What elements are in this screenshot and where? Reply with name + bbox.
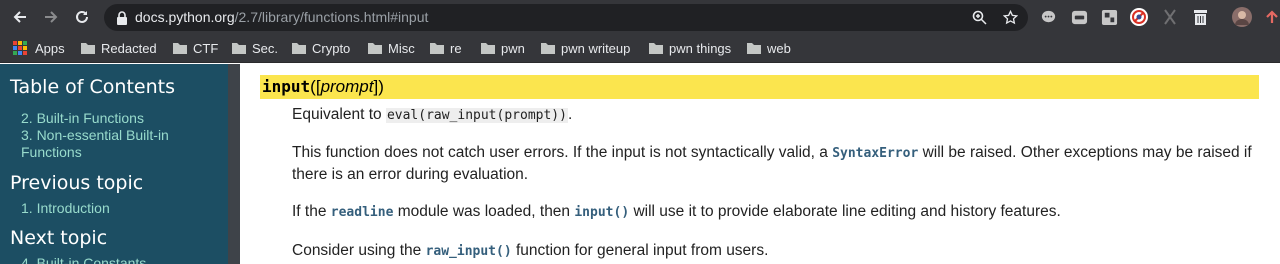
folder-icon bbox=[173, 43, 187, 54]
bookmark-star-button[interactable] bbox=[1001, 8, 1020, 27]
bookmark-folder-pwn[interactable]: pwn bbox=[481, 40, 525, 56]
folder-icon bbox=[368, 43, 382, 54]
zoom-icon bbox=[972, 10, 987, 25]
url-host: docs.python.org bbox=[135, 9, 235, 25]
extension-x-button[interactable] bbox=[1160, 7, 1180, 27]
folder-icon bbox=[81, 43, 95, 54]
folder-icon bbox=[649, 43, 663, 54]
apps-grid-icon bbox=[13, 41, 27, 55]
back-button[interactable] bbox=[8, 5, 32, 29]
bookmark-folder-pwn-things[interactable]: pwn things bbox=[649, 40, 731, 56]
forward-button[interactable] bbox=[39, 5, 63, 29]
bookmark-folder-sec[interactable]: Sec. bbox=[232, 40, 278, 56]
signature-param: prompt bbox=[320, 77, 374, 96]
bookmark-label: web bbox=[767, 40, 791, 56]
text: Consider using the bbox=[292, 242, 426, 259]
lock-icon bbox=[117, 11, 127, 25]
reload-icon bbox=[76, 10, 88, 23]
profile-avatar[interactable] bbox=[1232, 7, 1252, 27]
signature-name: input bbox=[262, 77, 311, 96]
folder-icon bbox=[430, 43, 444, 54]
folder-icon bbox=[292, 43, 306, 54]
folder-icon bbox=[232, 43, 246, 54]
reload-button[interactable] bbox=[70, 5, 94, 29]
extension-puzzle-button[interactable] bbox=[1099, 7, 1119, 27]
url-path: /2.7/library/functions.html#input bbox=[234, 9, 429, 25]
star-icon bbox=[1003, 10, 1018, 25]
bookmark-apps[interactable]: Apps bbox=[13, 40, 65, 56]
bookmarks-bar: Apps Redacted CTF Sec. Crypto Misc re pw… bbox=[0, 34, 1280, 63]
update-button[interactable] bbox=[1262, 7, 1280, 27]
extension-line-button[interactable] bbox=[1069, 7, 1089, 27]
browser-toolbar: docs.python.org/2.7/library/functions.ht… bbox=[0, 0, 1280, 34]
previous-topic-heading: Previous topic bbox=[10, 172, 144, 194]
text: Equivalent to bbox=[292, 106, 386, 123]
bookmark-label: re bbox=[450, 40, 462, 56]
text: This function does not catch user errors… bbox=[292, 144, 833, 161]
zoom-button[interactable] bbox=[970, 8, 989, 27]
folder-icon bbox=[541, 43, 555, 54]
bookmark-folder-ctf[interactable]: CTF bbox=[173, 40, 218, 56]
text: . bbox=[567, 106, 573, 123]
line-app-icon bbox=[1071, 10, 1087, 24]
bookmark-folder-re[interactable]: re bbox=[430, 40, 462, 56]
extension-trash-button[interactable] bbox=[1190, 7, 1210, 27]
code-eval: eval(raw_input(prompt)) bbox=[385, 108, 568, 123]
url-text[interactable]: docs.python.org/2.7/library/functions.ht… bbox=[135, 9, 428, 26]
bookmark-folder-pwn-writeup[interactable]: pwn writeup bbox=[541, 40, 630, 56]
text: module was loaded, then bbox=[393, 203, 575, 220]
chat-bubble-icon bbox=[1041, 10, 1055, 22]
bookmark-label: pwn bbox=[501, 40, 525, 56]
trash-icon bbox=[1193, 9, 1207, 25]
bookmark-label: Misc bbox=[388, 40, 415, 56]
docs-sidebar: Table of Contents 2. Built-in Functions … bbox=[0, 64, 228, 264]
link-raw-input[interactable]: raw_input() bbox=[426, 244, 512, 259]
extension-blocker-button[interactable] bbox=[1129, 7, 1149, 27]
paragraph-raw-input: Consider using the raw_input() function … bbox=[292, 240, 1264, 262]
bookmark-label: pwn writeup bbox=[561, 40, 631, 56]
block-icon bbox=[1130, 8, 1148, 26]
text: function for general input from users. bbox=[511, 242, 769, 259]
signature-close: ]) bbox=[373, 77, 384, 96]
back-arrow-icon bbox=[13, 11, 26, 23]
sidebar-divider bbox=[228, 64, 240, 264]
x-logo-icon bbox=[1164, 9, 1176, 25]
link-readline[interactable]: readline bbox=[331, 205, 394, 220]
next-topic-link[interactable]: 4. Built-in Constants bbox=[21, 255, 221, 264]
signature-open: ([ bbox=[310, 77, 321, 96]
bookmark-folder-crypto[interactable]: Crypto bbox=[292, 40, 350, 56]
toc-heading: Table of Contents bbox=[10, 76, 175, 98]
link-input[interactable]: input() bbox=[574, 205, 629, 220]
folder-icon bbox=[747, 43, 761, 54]
bookmark-label: Apps bbox=[35, 40, 65, 56]
toc-link-non-essential-functions[interactable]: 3. Non-essential Built-in Functions bbox=[21, 127, 201, 161]
previous-topic-link[interactable]: 1. Introduction bbox=[21, 200, 221, 217]
link-syntaxerror[interactable]: SyntaxError bbox=[832, 146, 918, 161]
address-bar[interactable]: docs.python.org/2.7/library/functions.ht… bbox=[104, 4, 1028, 31]
paragraph-errors: This function does not catch user errors… bbox=[292, 142, 1264, 185]
bookmark-label: CTF bbox=[193, 40, 219, 56]
puzzle-icon bbox=[1101, 9, 1117, 25]
bookmark-label: Redacted bbox=[101, 40, 157, 56]
bookmark-folder-web[interactable]: web bbox=[747, 40, 791, 56]
bookmark-label: Sec. bbox=[252, 40, 279, 56]
arrow-up-icon bbox=[1266, 10, 1278, 23]
bookmark-label: pwn things bbox=[669, 40, 732, 56]
bookmark-folder-misc[interactable]: Misc bbox=[368, 40, 415, 56]
bookmark-folder-redacted[interactable]: Redacted bbox=[81, 40, 157, 56]
function-signature: input([prompt]) bbox=[260, 75, 1259, 99]
folder-icon bbox=[481, 43, 495, 54]
text: will use it to provide elaborate line ed… bbox=[629, 203, 1061, 220]
text: If the bbox=[292, 203, 331, 220]
toc-link-builtin-functions[interactable]: 2. Built-in Functions bbox=[21, 110, 221, 127]
next-topic-heading: Next topic bbox=[10, 227, 108, 249]
forward-arrow-icon bbox=[45, 11, 58, 23]
paragraph-equivalent: Equivalent to eval(raw_input(prompt)). bbox=[292, 104, 1264, 126]
avatar-icon bbox=[1232, 7, 1252, 27]
paragraph-readline: If the readline module was loaded, then … bbox=[292, 201, 1264, 223]
bookmark-label: Crypto bbox=[312, 40, 351, 56]
doc-body: input([prompt]) Equivalent to eval(raw_i… bbox=[240, 64, 1280, 264]
extension-chat-button[interactable] bbox=[1038, 7, 1058, 27]
